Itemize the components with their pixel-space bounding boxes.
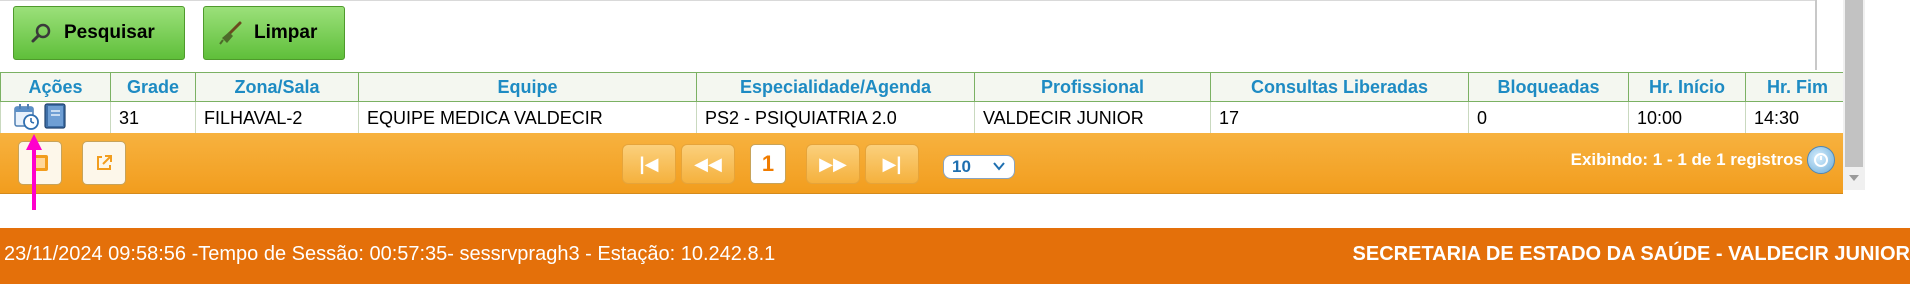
broom-icon (218, 20, 244, 46)
page-size-value: 10 (952, 157, 971, 176)
cell-hr-fim: 14:30 (1745, 101, 1850, 136)
last-page-button[interactable]: ▶| (865, 144, 919, 184)
search-icon (28, 20, 54, 46)
table-header-row: Ações Grade Zona/Sala Equipe Especialida… (0, 72, 1850, 102)
calendar-clock-icon[interactable] (13, 103, 39, 135)
pager-bar: |◀ ◀◀ 1 ▶▶ ▶| 10 Exibindo: 1 - 1 de 1 re… (0, 133, 1843, 194)
clear-button-label: Limpar (254, 22, 318, 43)
col-header-especialidade[interactable]: Especialidade/Agenda (696, 72, 975, 102)
col-header-consultas-liberadas[interactable]: Consultas Liberadas (1210, 72, 1469, 102)
pager-info: Exibindo: 1 - 1 de 1 registros (1570, 150, 1803, 169)
next-page-icon: ▶▶ (819, 153, 847, 174)
current-page[interactable]: 1 (750, 144, 786, 184)
prev-page-icon: ◀◀ (694, 153, 722, 174)
cell-consultas-liberadas: 17 (1210, 101, 1469, 136)
cell-bloqueadas: 0 (1468, 101, 1629, 136)
top-divider (0, 0, 1815, 1)
session-info: 23/11/2024 09:58:56 -Tempo de Sessão: 00… (4, 243, 776, 265)
first-page-button[interactable]: |◀ (622, 144, 676, 184)
table-row: 31 FILHAVAL-2 EQUIPE MEDICA VALDECIR PS2… (0, 101, 1850, 136)
col-header-equipe[interactable]: Equipe (358, 72, 697, 102)
clear-button[interactable]: Limpar (203, 6, 345, 60)
col-header-bloqueadas[interactable]: Bloqueadas (1468, 72, 1629, 102)
search-button[interactable]: Pesquisar (13, 6, 185, 60)
cell-zona-sala: FILHAVAL-2 (195, 101, 359, 136)
col-header-grade[interactable]: Grade (110, 72, 196, 102)
col-header-zona-sala[interactable]: Zona/Sala (195, 72, 359, 102)
org-user-label: SECRETARIA DE ESTADO DA SAÚDE - VALDECIR… (1352, 243, 1910, 265)
first-page-icon: |◀ (639, 153, 659, 174)
col-header-profissional[interactable]: Profissional (974, 72, 1211, 102)
agenda-table: Ações Grade Zona/Sala Equipe Especialida… (0, 72, 1850, 136)
row-actions-cell (0, 101, 111, 136)
col-header-hr-inicio[interactable]: Hr. Início (1628, 72, 1746, 102)
search-button-label: Pesquisar (64, 22, 155, 43)
export-button[interactable] (82, 141, 126, 185)
book-icon[interactable] (43, 103, 67, 135)
refresh-button[interactable] (1807, 146, 1835, 174)
annotation-arrow-icon (26, 134, 42, 210)
cell-profissional: VALDECIR JUNIOR (974, 101, 1211, 136)
cell-especialidade: PS2 - PSIQUIATRIA 2.0 (696, 101, 975, 136)
next-page-button[interactable]: ▶▶ (806, 144, 860, 184)
export-icon (97, 155, 112, 170)
cell-hr-inicio: 10:00 (1628, 101, 1746, 136)
last-page-icon: ▶| (882, 153, 902, 174)
scroll-down-arrow-icon[interactable] (1849, 175, 1859, 181)
cell-equipe: EQUIPE MEDICA VALDECIR (358, 101, 697, 136)
status-bar: 23/11/2024 09:58:56 -Tempo de Sessão: 00… (0, 228, 1910, 284)
cell-grade: 31 (110, 101, 196, 136)
col-header-hr-fim[interactable]: Hr. Fim (1745, 72, 1850, 102)
refresh-icon (1814, 153, 1828, 167)
panel-right-border (1815, 0, 1817, 70)
vertical-scrollbar-thumb[interactable] (1845, 0, 1863, 167)
chevron-down-icon (993, 162, 1005, 171)
prev-page-button[interactable]: ◀◀ (681, 144, 735, 184)
page-size-select[interactable]: 10 (943, 155, 1015, 179)
col-header-acoes[interactable]: Ações (0, 72, 111, 102)
